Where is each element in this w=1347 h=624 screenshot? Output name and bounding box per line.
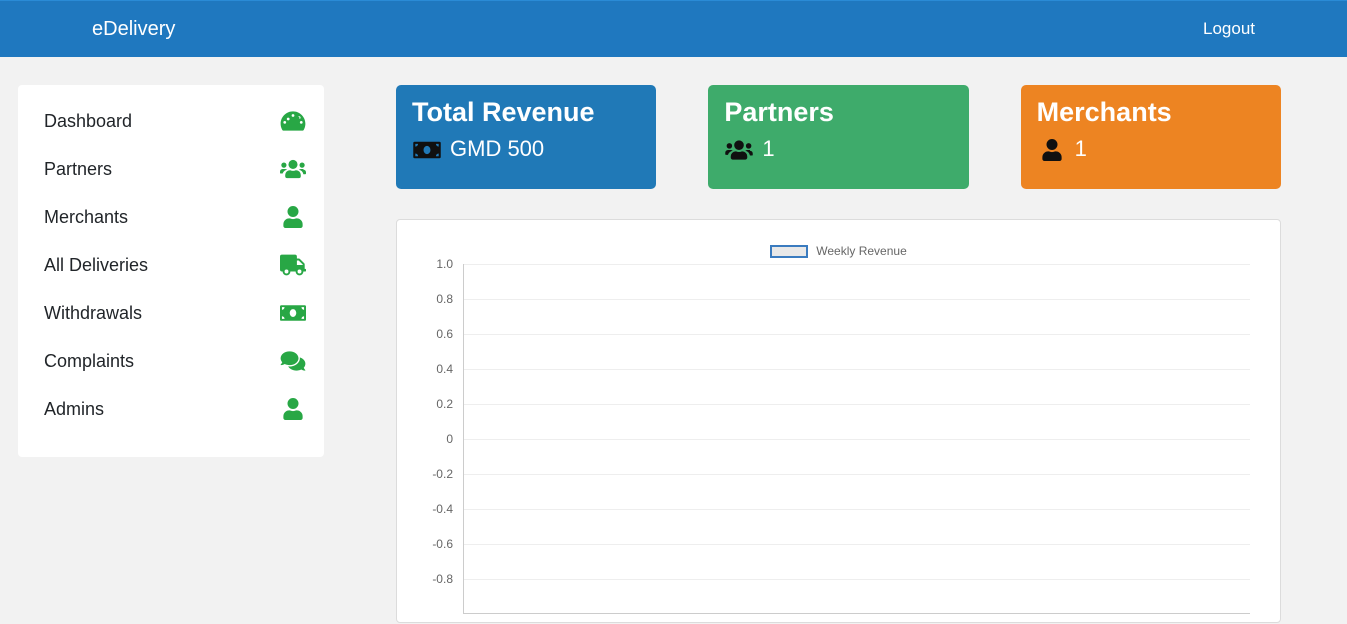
money-bill-icon xyxy=(412,136,442,162)
sidebar-item-admins[interactable]: Admins xyxy=(18,385,324,433)
money-bill-icon xyxy=(280,302,306,324)
card-value-text: 1 xyxy=(762,136,774,162)
sidebar-item-dashboard[interactable]: Dashboard xyxy=(18,97,324,145)
y-tick-label: 0.4 xyxy=(436,362,453,376)
chart-legend[interactable]: Weekly Revenue xyxy=(417,244,1260,258)
card-partners: Partners 1 xyxy=(708,85,968,189)
chart-grid xyxy=(463,264,1250,614)
card-title: Merchants xyxy=(1037,97,1265,128)
y-tick-label: -0.8 xyxy=(432,572,453,586)
sidebar-item-label: Complaints xyxy=(44,351,134,372)
chart-plot-area: 1.00.80.60.40.20-0.2-0.4-0.6-0.8 xyxy=(463,264,1250,614)
sidebar-item-withdrawals[interactable]: Withdrawals xyxy=(18,289,324,337)
card-total-revenue: Total Revenue GMD 500 xyxy=(396,85,656,189)
card-value-text: GMD 500 xyxy=(450,136,544,162)
brand-title[interactable]: eDelivery xyxy=(92,18,175,41)
comments-icon xyxy=(280,350,306,372)
user-icon xyxy=(280,206,306,228)
sidebar-item-label: Admins xyxy=(44,399,104,420)
y-tick-label: 1.0 xyxy=(436,257,453,271)
sidebar-item-merchants[interactable]: Merchants xyxy=(18,193,324,241)
top-navbar: eDelivery Logout xyxy=(0,0,1347,57)
sidebar-item-label: Partners xyxy=(44,159,112,180)
y-tick-label: 0 xyxy=(446,432,453,446)
tachometer-icon xyxy=(280,110,306,132)
y-tick-label: -0.6 xyxy=(432,537,453,551)
card-merchants: Merchants 1 xyxy=(1021,85,1281,189)
sidebar-item-label: Merchants xyxy=(44,207,128,228)
user-icon xyxy=(1037,136,1067,162)
sidebar-nav: Dashboard Partners Merchants All Deliver… xyxy=(18,85,324,457)
truck-icon xyxy=(280,254,306,276)
card-title: Partners xyxy=(724,97,952,128)
y-tick-label: 0.2 xyxy=(436,397,453,411)
card-value-text: 1 xyxy=(1075,136,1087,162)
users-icon xyxy=(280,158,306,180)
users-icon xyxy=(724,136,754,162)
user-icon xyxy=(280,398,306,420)
logout-link[interactable]: Logout xyxy=(1203,19,1255,39)
summary-cards: Total Revenue GMD 500 Partners 1 xyxy=(396,85,1281,189)
weekly-revenue-chart: Weekly Revenue 1.00.80.60.40.20-0.2-0.4-… xyxy=(396,219,1281,623)
y-tick-label: 0.8 xyxy=(436,292,453,306)
legend-label: Weekly Revenue xyxy=(816,244,907,258)
sidebar-item-partners[interactable]: Partners xyxy=(18,145,324,193)
sidebar-item-all-deliveries[interactable]: All Deliveries xyxy=(18,241,324,289)
y-tick-label: -0.4 xyxy=(432,502,453,516)
y-tick-label: 0.6 xyxy=(436,327,453,341)
y-tick-label: -0.2 xyxy=(432,467,453,481)
sidebar-item-complaints[interactable]: Complaints xyxy=(18,337,324,385)
card-title: Total Revenue xyxy=(412,97,640,128)
sidebar-item-label: Dashboard xyxy=(44,111,132,132)
sidebar-item-label: All Deliveries xyxy=(44,255,148,276)
chart-y-axis: 1.00.80.60.40.20-0.2-0.4-0.6-0.8 xyxy=(417,264,457,614)
legend-swatch xyxy=(770,245,808,258)
sidebar-item-label: Withdrawals xyxy=(44,303,142,324)
